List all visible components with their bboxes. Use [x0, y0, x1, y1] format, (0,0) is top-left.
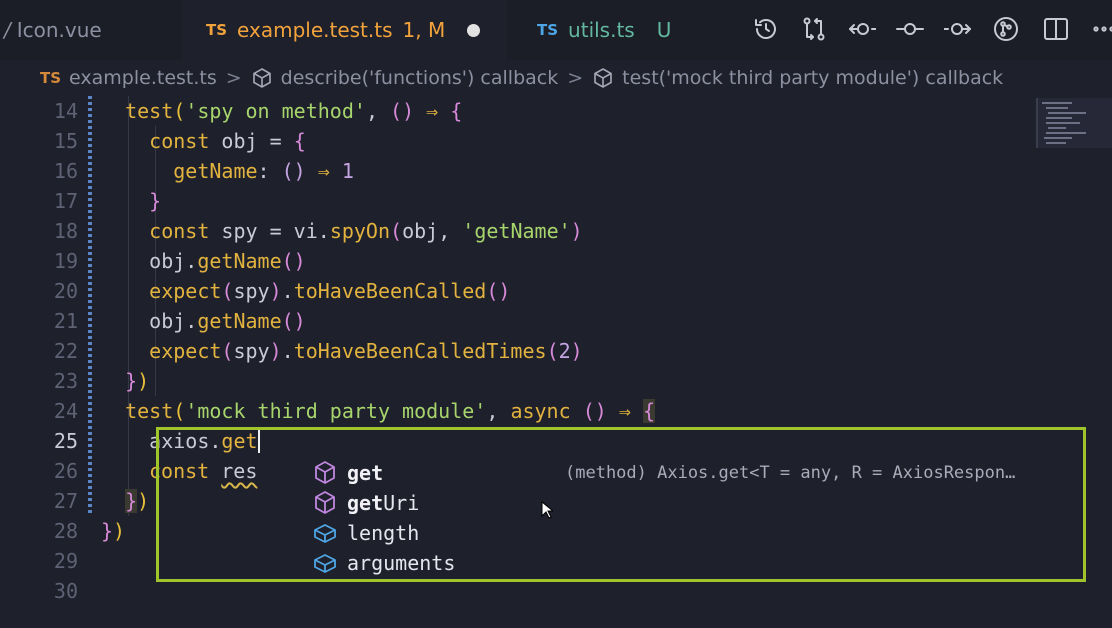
- suggestion-label: length: [347, 521, 420, 545]
- line-number: 25: [53, 429, 78, 453]
- tab-label: utils.ts: [568, 18, 635, 42]
- code-text: test('spy on method', () ⇒ {: [125, 99, 463, 123]
- code-text: }): [125, 369, 150, 393]
- code-text: }: [149, 189, 162, 213]
- code-text: const spy = vi.spyOn(obj, 'getName'): [149, 219, 583, 243]
- line-number: 17: [53, 189, 78, 213]
- line-number: 20: [53, 279, 78, 303]
- code-line: 23 }): [0, 366, 1030, 396]
- code-line: 16 getName: () ⇒ 1: [0, 156, 1030, 186]
- next-change-icon[interactable]: [943, 14, 973, 44]
- breadcrumb-file[interactable]: example.test.ts: [69, 67, 217, 89]
- suggestion-label: arguments: [347, 551, 456, 575]
- suggestion-label: getUri: [347, 491, 420, 515]
- line-number: 30: [53, 579, 78, 603]
- code-line: 21 obj.getName(): [0, 306, 1030, 336]
- git-graph-icon[interactable]: [991, 14, 1021, 44]
- mouse-pointer-icon: [541, 501, 553, 519]
- line-number: 19: [53, 249, 78, 273]
- code-text: expect(spy).toHaveBeenCalledTimes(2): [149, 339, 583, 363]
- property-box-icon: [312, 550, 338, 576]
- autocomplete-suggestions: get (method) Axios.get<T = any, R = Axio…: [307, 458, 1087, 580]
- squiggly-identifier: res: [221, 459, 258, 483]
- suggestion-item-get[interactable]: get (method) Axios.get<T = any, R = Axio…: [307, 458, 1087, 488]
- code-text: obj.getName(): [149, 249, 306, 273]
- history-icon[interactable]: [751, 14, 781, 44]
- suggestion-item-arguments[interactable]: arguments: [307, 548, 1087, 578]
- tab-label: example.test.ts: [237, 18, 393, 42]
- code-text: test('mock third party module', async ()…: [125, 399, 655, 423]
- tab-status-badge: 1, M: [402, 18, 446, 42]
- code-text: }): [125, 489, 150, 513]
- code-text: getName: () ⇒ 1: [173, 159, 354, 183]
- breadcrumb: TS example.test.ts > describe('functions…: [0, 60, 1112, 96]
- code-line-current: 25 axios.get: [0, 426, 1030, 456]
- code-text: const res: [149, 459, 258, 483]
- code-line: 18 const spy = vi.spyOn(obj, 'getName'): [0, 216, 1030, 246]
- code-text: }): [101, 519, 126, 543]
- more-actions-icon[interactable]: [1089, 14, 1112, 44]
- suggestion-item-geturi[interactable]: getUri: [307, 488, 1087, 518]
- change-icon[interactable]: [895, 14, 925, 44]
- code-line: 19 obj.getName(): [0, 246, 1030, 276]
- code-text: const obj = {: [149, 129, 306, 153]
- code-line: 24 test('mock third party module', async…: [0, 396, 1030, 426]
- code-line: 15 const obj = {: [0, 126, 1030, 156]
- compare-changes-icon[interactable]: [799, 14, 829, 44]
- suggestion-detail: (method) Axios.get<T = any, R = AxiosRes…: [565, 463, 1016, 483]
- code-line: 30: [0, 576, 1030, 606]
- method-cube-icon: [312, 460, 338, 486]
- tab-label: Icon.vue: [16, 18, 102, 42]
- split-editor-icon[interactable]: [1041, 14, 1071, 44]
- text-cursor: [257, 429, 260, 453]
- code-line: 14 test('spy on method', () ⇒ {: [0, 96, 1030, 126]
- suggestion-item-length[interactable]: length: [307, 518, 1087, 548]
- line-number: 28: [53, 519, 78, 543]
- property-box-icon: [312, 520, 338, 546]
- code-line: 20 expect(spy).toHaveBeenCalled(): [0, 276, 1030, 306]
- line-number: 23: [53, 369, 78, 393]
- method-cube-icon: [592, 67, 614, 89]
- suggestion-label: get: [347, 461, 384, 485]
- code-line: 22 expect(spy).toHaveBeenCalledTimes(2): [0, 336, 1030, 366]
- tab-status-badge: U: [656, 18, 672, 42]
- tab-truncated-prefix: /: [4, 18, 11, 42]
- tab-utils-ts[interactable]: TS utils.ts U: [512, 0, 692, 60]
- line-number: 18: [53, 219, 78, 243]
- line-number: 16: [53, 159, 78, 183]
- line-number: 29: [53, 549, 78, 573]
- breadcrumb-separator: >: [567, 67, 584, 89]
- unsaved-dot-icon[interactable]: [467, 23, 481, 37]
- editor-tab-bar: / Icon.vue TS example.test.ts 1, M TS ut…: [0, 0, 1112, 60]
- method-cube-icon: [312, 490, 338, 516]
- line-number: 27: [53, 489, 78, 513]
- tab-example-test-ts[interactable]: TS example.test.ts 1, M: [182, 0, 507, 60]
- line-number: 21: [53, 309, 78, 333]
- typescript-file-icon: TS: [537, 21, 559, 39]
- minimap[interactable]: [1036, 98, 1112, 148]
- line-number: 24: [53, 399, 78, 423]
- typescript-file-icon: TS: [206, 21, 228, 39]
- code-text: expect(spy).toHaveBeenCalled(): [149, 279, 511, 303]
- typescript-file-icon: TS: [40, 69, 62, 87]
- breadcrumb-item-describe[interactable]: describe('functions') callback: [281, 67, 559, 89]
- line-number: 26: [53, 459, 78, 483]
- line-number: 22: [53, 339, 78, 363]
- code-line: 17 }: [0, 186, 1030, 216]
- method-cube-icon: [251, 67, 273, 89]
- breadcrumb-separator: >: [225, 67, 242, 89]
- previous-change-icon[interactable]: [847, 14, 877, 44]
- line-number: 14: [53, 99, 78, 123]
- line-number: 15: [53, 129, 78, 153]
- code-text: axios.get: [149, 429, 258, 453]
- tab-icon-vue[interactable]: / Icon.vue: [0, 0, 180, 60]
- breadcrumb-item-test[interactable]: test('mock third party module') callback: [622, 67, 1003, 89]
- code-text: obj.getName(): [149, 309, 306, 333]
